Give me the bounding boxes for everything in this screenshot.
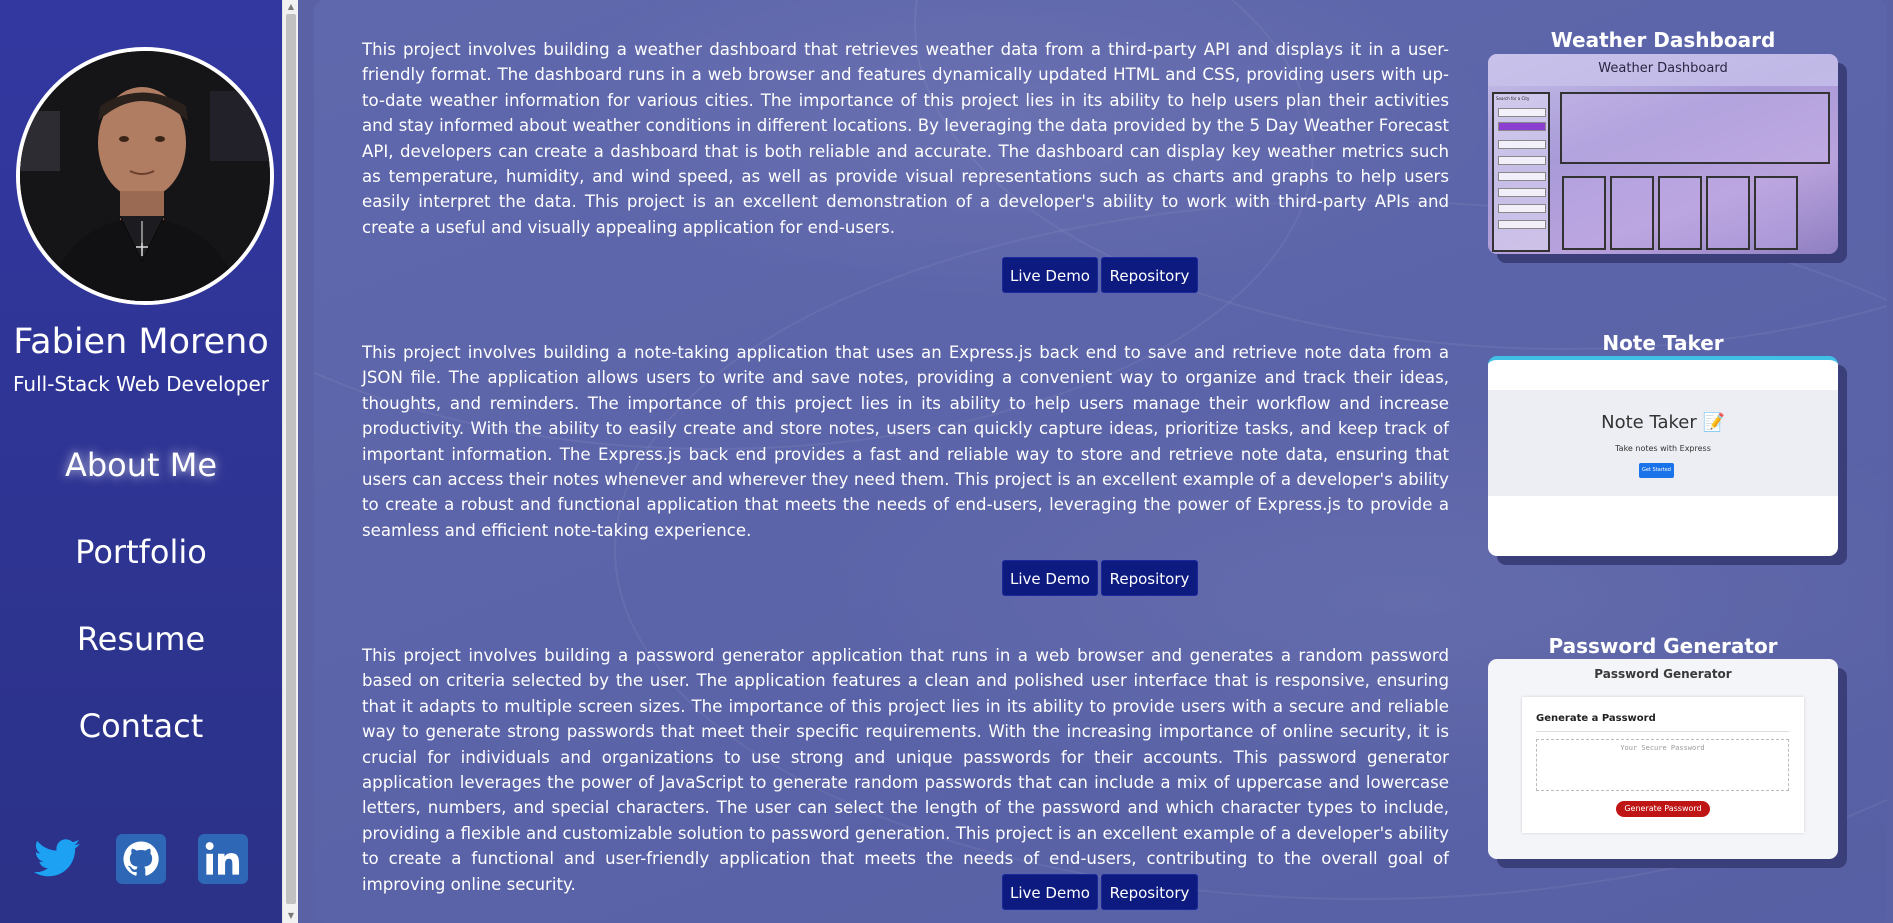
preview-current-weather xyxy=(1560,92,1830,164)
preview-sidebar: Search for a City xyxy=(1492,92,1550,252)
profile-name: Fabien Moreno xyxy=(13,322,269,362)
nav-resume[interactable]: Resume xyxy=(0,610,282,697)
linkedin-icon[interactable] xyxy=(198,834,248,884)
preview-get-started-button: Get Started xyxy=(1639,463,1674,478)
avatar-portrait xyxy=(20,51,270,301)
sidebar: Fabien Moreno Full-Stack Web Developer A… xyxy=(0,0,282,923)
preview-subtitle: Take notes with Express xyxy=(1615,444,1711,453)
github-icon[interactable] xyxy=(116,834,166,884)
social-links xyxy=(0,834,282,884)
project-description: This project involves building a note-ta… xyxy=(362,343,1449,540)
project-description: This project involves building a passwor… xyxy=(362,646,1449,894)
live-demo-button[interactable]: Live Demo xyxy=(1002,257,1098,293)
sidebar-scrollbar[interactable]: ▲ ▼ xyxy=(282,0,298,923)
preview-label: Generate a Password xyxy=(1536,713,1656,724)
preview-placeholder: Your Secure Password xyxy=(1620,744,1705,752)
preview-header: Weather Dashboard xyxy=(1488,54,1838,86)
weather-dashboard-preview[interactable]: Weather Dashboard Search for a City xyxy=(1488,54,1838,254)
preview-generate-button: Generate Password xyxy=(1616,801,1710,817)
scroll-down-icon[interactable]: ▼ xyxy=(283,909,299,923)
nav-contact[interactable]: Contact xyxy=(0,697,282,784)
project-title: Note Taker xyxy=(1602,331,1724,355)
portfolio-panel: This project involves building a weather… xyxy=(314,0,1887,923)
live-demo-button[interactable]: Live Demo xyxy=(1002,874,1098,910)
password-generator-preview[interactable]: Password Generator Generate a Password Y… xyxy=(1488,659,1838,859)
repository-button[interactable]: Repository xyxy=(1101,560,1198,596)
preview-header: Note Taker 📝 xyxy=(1601,412,1725,433)
profile-role: Full-Stack Web Developer xyxy=(13,372,269,396)
nav-portfolio[interactable]: Portfolio xyxy=(0,523,282,610)
repository-button[interactable]: Repository xyxy=(1101,257,1198,293)
preview-header: Password Generator xyxy=(1594,667,1732,681)
sidebar-nav: About Me Portfolio Resume Contact xyxy=(0,436,282,784)
project-title: Weather Dashboard xyxy=(1550,28,1776,52)
project-description: This project involves building a weather… xyxy=(362,40,1449,237)
project-title: Password Generator xyxy=(1548,634,1778,658)
scroll-up-icon[interactable]: ▲ xyxy=(283,0,299,14)
repository-button[interactable]: Repository xyxy=(1101,874,1198,910)
twitter-icon[interactable] xyxy=(32,834,82,884)
note-taker-preview[interactable]: Note Taker 📝 Take notes with Express Get… xyxy=(1488,356,1838,556)
live-demo-button[interactable]: Live Demo xyxy=(1002,560,1098,596)
nav-about-me[interactable]: About Me xyxy=(0,436,282,523)
scrollbar-thumb[interactable] xyxy=(286,14,296,904)
avatar xyxy=(16,47,274,305)
